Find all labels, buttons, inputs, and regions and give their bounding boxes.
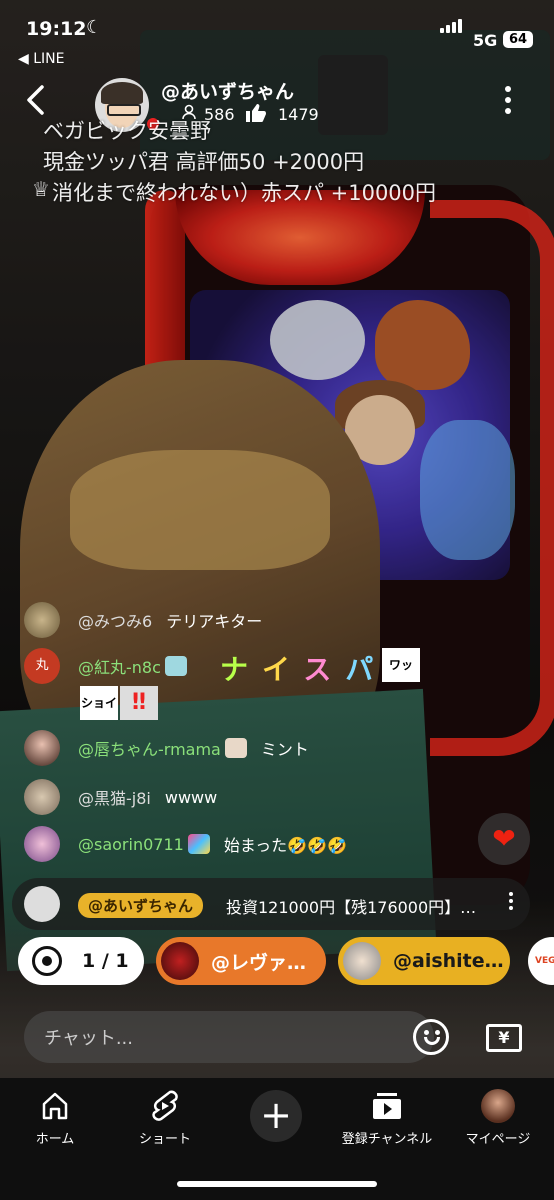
- status-time: 19:12: [26, 18, 87, 40]
- crown-icon: ♕: [32, 177, 50, 201]
- plus-icon: +: [260, 1093, 292, 1137]
- stream-title-line-2: 現金ツッパ君 高評価50 +2000円: [43, 150, 365, 174]
- avatar-hair: [101, 82, 143, 104]
- chat-message[interactable]: @唇ちゃん-rmama ミント: [24, 730, 309, 766]
- chat-input[interactable]: [42, 1011, 416, 1065]
- chat-avatar: [24, 826, 60, 862]
- goal-count: 1 / 1: [82, 950, 129, 972]
- chat-text: テリアキター: [166, 612, 263, 631]
- chat-message[interactable]: @みつみ6 テリアキター: [24, 602, 262, 638]
- stream-title-line-3: 消化まで終われない）赤スパ +10000円: [52, 181, 437, 205]
- avatar-icon: [443, 1086, 553, 1126]
- stream-title-line-1: ベガビック安曇野: [43, 119, 211, 143]
- heart-reaction-button[interactable]: ❤: [478, 813, 530, 865]
- supporter-pill[interactable]: @レヴァ…: [156, 937, 326, 985]
- supporter-label: @レヴァ…: [211, 951, 307, 974]
- super-chat-button[interactable]: ¥: [486, 1024, 522, 1052]
- more-options-button[interactable]: [502, 86, 514, 118]
- chat-avatar: [24, 779, 60, 815]
- pinned-text: 投資121000円【残176000円】…: [226, 898, 477, 917]
- nav-label: 登録チャンネル: [341, 1132, 433, 1147]
- supporter-pill[interactable]: @aishite…: [338, 937, 510, 985]
- nav-label: マイページ: [465, 1132, 531, 1147]
- chat-text: 始まった🤣🤣🤣: [223, 836, 347, 855]
- emote-char: イ: [262, 653, 304, 686]
- nav-label: ショート: [138, 1132, 191, 1147]
- battery-icon: 64: [503, 31, 533, 48]
- chat-message[interactable]: @黒猫-j8i wwww: [24, 779, 217, 815]
- member-badge-icon: [224, 738, 247, 758]
- supporter-label: @aishite…: [393, 950, 504, 972]
- member-badge-icon: [187, 834, 210, 854]
- chat-username: @saorin0711: [78, 834, 184, 854]
- emote-char: ナ: [220, 653, 263, 686]
- back-button[interactable]: [24, 84, 46, 115]
- emote-bang: ‼: [120, 686, 158, 720]
- like-count: 1479: [278, 105, 319, 124]
- emote-wow: ワッ: [382, 648, 420, 682]
- chat-username: @紅丸-n8c: [78, 658, 161, 677]
- chat-username: @黒猫-j8i: [78, 789, 151, 808]
- chat-input-container[interactable]: [24, 1011, 434, 1065]
- nice-emote-text: ナイスパ: [220, 648, 387, 688]
- channel-name[interactable]: @あいずちゃん: [161, 77, 294, 104]
- home-indicator: [177, 1181, 377, 1187]
- create-button[interactable]: +: [250, 1090, 302, 1142]
- emoji-button[interactable]: [413, 1019, 449, 1055]
- member-badge-icon: [164, 656, 187, 676]
- chat-message[interactable]: @saorin0711 始まった🤣🤣🤣: [24, 826, 347, 862]
- nav-shorts[interactable]: ショート: [110, 1086, 220, 1147]
- supporter-avatar: [161, 942, 199, 980]
- heart-icon: ❤: [492, 822, 516, 855]
- nav-home[interactable]: ホーム: [0, 1086, 110, 1147]
- emote-shoi: ショイ: [80, 686, 118, 720]
- moon-icon: ☾: [86, 17, 103, 38]
- pinned-message[interactable]: @あいずちゃん 投資121000円【残176000円】…: [12, 878, 530, 930]
- supporter-avatar: [343, 942, 381, 980]
- nav-label: ホーム: [35, 1132, 75, 1147]
- chat-text: ミント: [260, 740, 309, 759]
- emote-char: パ: [345, 653, 388, 686]
- emote-char: ス: [303, 653, 346, 686]
- chat-message[interactable]: 丸 @紅丸-n8c: [24, 648, 187, 684]
- pinned-avatar: [24, 886, 60, 922]
- chat-username: @唇ちゃん-rmama: [78, 740, 221, 759]
- chat-avatar: [24, 602, 60, 638]
- chat-username: @みつみ6: [78, 612, 153, 631]
- network-type: 5G: [473, 31, 498, 50]
- nav-subscriptions[interactable]: 登録チャンネル: [332, 1086, 442, 1147]
- home-icon: [0, 1086, 110, 1126]
- goal-pill[interactable]: 1 / 1: [18, 937, 144, 985]
- chat-avatar: 丸: [24, 648, 60, 684]
- nav-my-page[interactable]: マイページ: [443, 1086, 553, 1147]
- chat-text: wwww: [164, 787, 218, 807]
- subscriptions-icon: [332, 1086, 442, 1126]
- target-icon: [32, 946, 62, 976]
- chevron-left-icon: [27, 85, 44, 115]
- shorts-icon: [110, 1086, 220, 1126]
- pinned-more-button[interactable]: [509, 892, 515, 913]
- thumbs-up-icon: [245, 103, 267, 128]
- pinned-username-tag: @あいずちゃん: [78, 893, 204, 918]
- back-to-app-link[interactable]: ◀ LINE: [18, 51, 64, 67]
- chat-avatar: [24, 730, 60, 766]
